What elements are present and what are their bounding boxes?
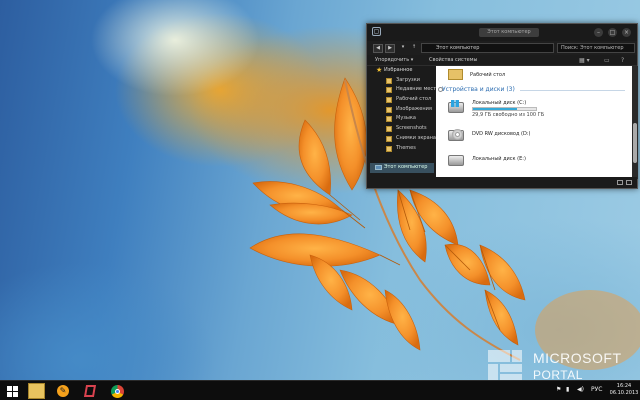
maximize-button[interactable]: □ [608,28,617,37]
drive-usage-bar [472,107,537,111]
nav-item-music[interactable]: Музыка [370,114,434,124]
system-properties-button[interactable]: Свойства системы [429,57,477,63]
start-icon[interactable] [5,383,22,399]
minimize-button[interactable]: – [594,28,603,37]
drive-d-item[interactable]: DVD RW дисковод (D:) [448,128,633,148]
folder-icon [386,135,392,142]
volume-icon[interactable]: ◀) [577,386,584,393]
notification-flag-icon[interactable]: ⚑ [556,386,561,393]
nav-item-pictures[interactable]: Изображения [370,105,434,115]
watermark-line-1: MICROSOFT [533,350,622,366]
content-pane: Рабочий стол Устройства и диски (3) Лока… [436,66,632,179]
app-red-icon[interactable] [82,383,99,399]
organize-button[interactable]: Упорядочить ▾ [375,57,413,63]
drive-c-item[interactable]: Локальный диск (C:) 29,9 ГБ свободно из … [448,100,633,120]
recent-chevron-icon[interactable]: ▾ [398,44,408,53]
back-button[interactable]: ◀ [373,44,383,53]
preview-pane-icon[interactable]: ▭ [604,57,610,64]
folder-icon [386,97,392,104]
file-explorer-window: ▢ Этот компьютер – □ × ◀ ▶ ▾ ↑ Этот комп… [366,23,638,189]
folder-icon [448,69,463,80]
folder-icon [386,126,392,133]
nav-item-screenshots[interactable]: Screenshots [370,124,434,134]
command-bar: Упорядочить ▾ Свойства системы ▦ ▾ ▭ ? [367,55,637,66]
folder-icon [386,77,392,84]
view-options-icon[interactable]: ▦ ▾ [579,57,590,64]
chrome-icon[interactable] [109,383,126,399]
folder-icon [386,87,392,94]
navigation-pane: ★ Избранное Загрузки Недавние места Рабо… [370,66,439,179]
explorer-body: ★ Избранное Загрузки Недавние места Рабо… [367,66,638,179]
tiles-view-icon[interactable] [626,180,632,185]
app-orange-icon[interactable]: ✎ [55,383,72,399]
computer-icon[interactable]: ▢ [372,27,381,36]
language-indicator[interactable]: РУС [591,386,602,393]
nav-item-desktop[interactable]: Рабочий стол [370,95,434,105]
address-field[interactable]: Этот компьютер [421,43,554,53]
microsoft-portal-logo-icon [488,350,522,382]
close-button[interactable]: × [622,28,631,37]
folder-icon [386,145,392,152]
vertical-scrollbar[interactable] [632,66,638,179]
dvd-drive-icon [448,129,464,141]
favorites-header[interactable]: ★ Избранное [370,66,434,76]
clock[interactable]: 16:24 06.10.2013 [609,383,639,397]
folder-icon [386,116,392,123]
nav-item-downloads[interactable]: Загрузки [370,76,434,86]
nav-item-screen-captures[interactable]: Снимки экрана [370,134,436,144]
scroll-thumb[interactable] [633,123,637,163]
taskbar: ✎ ⚑ ▮ ◀) РУС 16:24 06.10.2013 [0,380,640,400]
search-input[interactable]: Поиск: Этот компьютер [557,43,635,53]
up-arrow-icon[interactable]: ↑ [409,44,419,53]
devices-group-header[interactable]: Устройства и диски (3) [442,86,515,93]
file-explorer-icon[interactable] [28,383,45,399]
nav-item-themes[interactable]: Themes [370,144,434,154]
title-bar: ▢ Этот компьютер – □ × [367,24,637,41]
nav-item-recent[interactable]: Недавние места [370,85,439,95]
drive-e-item[interactable]: Локальный диск (E:) [448,153,633,173]
network-icon[interactable]: ▮ [566,386,569,393]
address-bar-row: ◀ ▶ ▾ ↑ Этот компьютер Поиск: Этот компь… [367,41,637,55]
hard-drive-icon [448,155,464,166]
forward-button[interactable]: ▶ [385,44,395,53]
group-divider [520,90,625,91]
computer-icon [375,165,382,171]
star-icon: ★ [376,66,383,74]
status-bar [367,177,637,188]
help-icon[interactable]: ? [621,57,624,64]
windows-drive-icon [448,100,464,113]
folder-icon [386,106,392,113]
window-title: Этот компьютер [479,28,539,37]
nav-item-this-pc[interactable]: Этот компьютер [370,163,434,173]
details-view-icon[interactable] [617,180,623,185]
